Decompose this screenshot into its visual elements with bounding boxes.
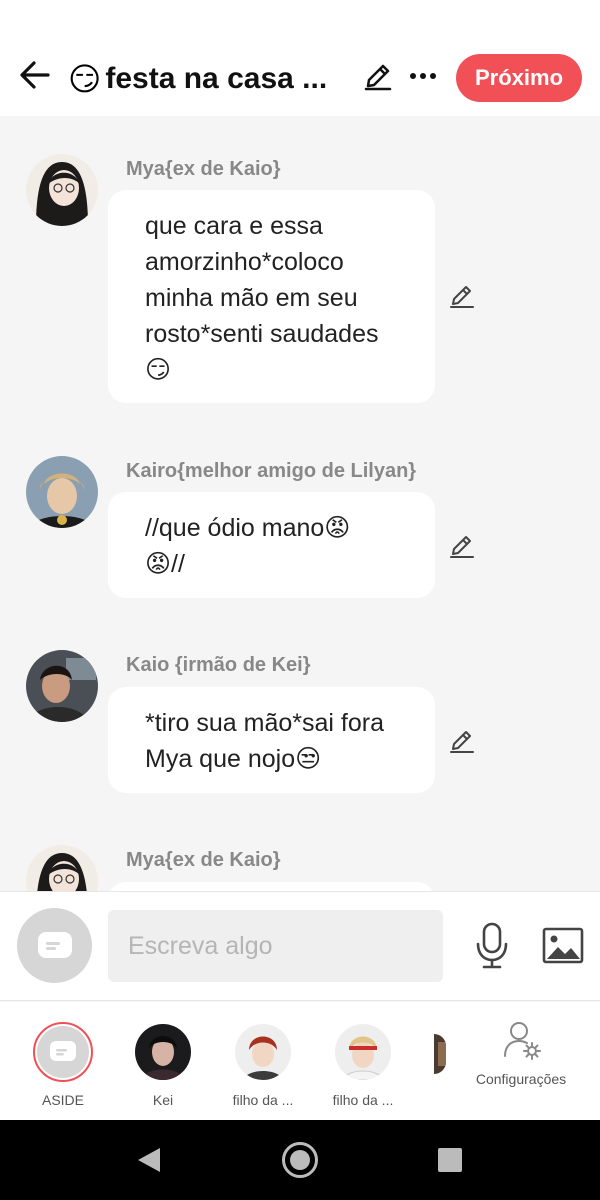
edit-title-button[interactable] [362, 60, 394, 92]
pencil-icon [450, 536, 474, 558]
message-line: Mya que nojo😒 [145, 745, 322, 773]
edit-message-button[interactable] [448, 727, 476, 755]
avatar-partial[interactable] [434, 1034, 446, 1074]
message-line: que cara e essa [145, 212, 323, 240]
more-options-button[interactable] [408, 60, 438, 92]
system-nav-bar [0, 1120, 600, 1200]
message-line: amorzinho*coloco [145, 248, 344, 276]
image-icon [542, 927, 584, 964]
message-line: rosto*senti saudades [145, 320, 379, 348]
title-emoji: 😏 [68, 61, 102, 97]
arrow-left-icon [20, 61, 50, 89]
avatar-kaio[interactable] [26, 650, 98, 722]
next-button[interactable]: Próximo [456, 54, 582, 102]
message-list[interactable]: Mya{ex de Kaio} que cara e essa amorzinh… [0, 116, 600, 891]
message-line: //que ódio mano😡 [145, 514, 351, 542]
chat-screen: 😏 festa na casa ... Próximo Mya{ex de Ka… [0, 0, 600, 1200]
avatar-kairo[interactable] [26, 456, 98, 528]
message-bubble[interactable]: //que ódio mano😡 😡// [108, 492, 435, 598]
microphone-button[interactable] [474, 922, 510, 970]
pencil-icon [364, 64, 392, 91]
cast-label: ASIDE [41, 1092, 84, 1108]
edit-message-button[interactable] [448, 532, 476, 560]
message-sender: Mya{ex de Kaio} [126, 849, 281, 871]
message-line: 😏 [145, 356, 172, 384]
circle-home-icon [290, 1150, 310, 1170]
image-button[interactable] [542, 926, 584, 966]
edit-message-button[interactable] [448, 282, 476, 310]
avatar [335, 1024, 391, 1080]
message-line: *tiro sua mão*sai fora [145, 709, 385, 737]
user-gear-icon [504, 1022, 541, 1060]
cast-item-filho-1[interactable]: filho da ... [218, 1022, 308, 1108]
microphone-icon [476, 922, 508, 969]
message-input[interactable] [108, 910, 443, 982]
message-sender: Kaio {irmão de Kei} [126, 654, 311, 676]
more-horizontal-icon [410, 73, 436, 79]
cast-item-aside[interactable]: ASIDE [18, 1022, 108, 1108]
avatar [235, 1024, 291, 1080]
chat-title-text: festa na casa ... [105, 62, 328, 95]
pencil-icon [450, 286, 474, 308]
cast-item-kei[interactable]: Kei [118, 1022, 208, 1108]
message-bubble[interactable]: *tiro sua mão*sai fora Mya que nojo😒 [108, 687, 435, 793]
avatar-mya[interactable] [26, 845, 98, 891]
avatar [135, 1024, 191, 1080]
header-bar: 😏 festa na casa ... Próximo [0, 0, 600, 116]
cast-item-filho-2[interactable]: filho da ... [318, 1022, 408, 1108]
triangle-back-icon [138, 1148, 160, 1172]
message-bubble[interactable]: que cara e essa amorzinho*coloco minha m… [108, 190, 435, 403]
system-recents-button[interactable] [438, 1148, 462, 1172]
avatar-mya[interactable] [26, 154, 98, 226]
back-button[interactable] [18, 58, 52, 92]
cast-label: filho da ... [332, 1092, 394, 1108]
settings-label: Configurações [475, 1071, 567, 1087]
chat-mode-button[interactable] [17, 908, 92, 983]
cast-label: Kei [152, 1092, 174, 1108]
chat-bubble-icon [50, 1041, 76, 1061]
message-input-bar [0, 891, 600, 1001]
message-line: minha mão em seu [145, 284, 358, 312]
chat-title: 😏 festa na casa ... [68, 58, 327, 100]
aside-avatar [33, 1022, 93, 1082]
settings-button[interactable]: Configurações [466, 1020, 576, 1087]
system-back-button[interactable] [136, 1146, 162, 1179]
message-line: 😡// [145, 550, 185, 578]
pencil-icon [450, 731, 474, 753]
message-sender: Kairo{melhor amigo de Lilyan} [126, 460, 417, 482]
message-bubble[interactable] [108, 882, 435, 891]
system-home-button[interactable] [282, 1142, 318, 1178]
chat-bubble-icon [37, 931, 72, 958]
message-sender: Mya{ex de Kaio} [126, 158, 281, 180]
cast-label: filho da ... [232, 1092, 294, 1108]
